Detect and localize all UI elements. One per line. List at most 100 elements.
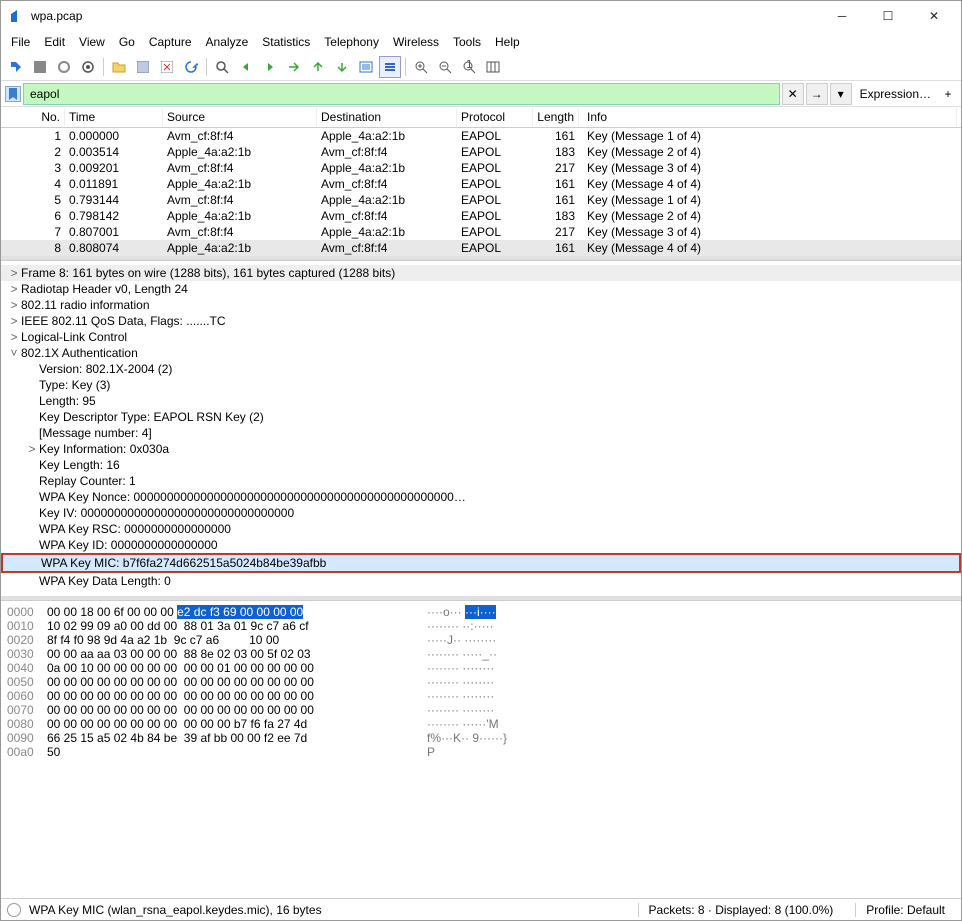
menubar: FileEditViewGoCaptureAnalyzeStatisticsTe… — [1, 31, 961, 53]
detail-row[interactable]: Key Descriptor Type: EAPOL RSN Key (2) — [1, 409, 961, 425]
packet-row[interactable]: 50.793144Avm_cf:8f:f4Apple_4a:a2:1bEAPOL… — [1, 192, 961, 208]
packet-list[interactable]: No.TimeSourceDestinationProtocolLengthIn… — [1, 107, 961, 260]
menu-file[interactable]: File — [5, 33, 36, 51]
zoom-out-button[interactable] — [434, 56, 456, 78]
hex-row[interactable]: 005000 00 00 00 00 00 00 00 00 00 00 00 … — [7, 675, 955, 689]
menu-statistics[interactable]: Statistics — [256, 33, 316, 51]
column-header[interactable]: No. — [5, 108, 65, 126]
go-forward-button[interactable] — [259, 56, 281, 78]
packet-row[interactable]: 30.009201Avm_cf:8f:f4Apple_4a:a2:1bEAPOL… — [1, 160, 961, 176]
close-file-button[interactable] — [156, 56, 178, 78]
save-button[interactable] — [132, 56, 154, 78]
go-first-button[interactable] — [307, 56, 329, 78]
statusbar: WPA Key MIC (wlan_rsna_eapol.keydes.mic)… — [1, 898, 961, 920]
packet-row[interactable]: 40.011891Apple_4a:a2:1bAvm_cf:8f:f4EAPOL… — [1, 176, 961, 192]
hex-row[interactable]: 006000 00 00 00 00 00 00 00 00 00 00 00 … — [7, 689, 955, 703]
detail-row[interactable]: WPA Key Data Length: 0 — [1, 573, 961, 589]
hex-row[interactable]: 00400a 00 10 00 00 00 00 00 00 00 01 00 … — [7, 661, 955, 675]
add-filter-button[interactable]: + — [939, 85, 957, 103]
stop-capture-button[interactable] — [29, 56, 51, 78]
zoom-in-button[interactable] — [410, 56, 432, 78]
hex-row[interactable]: 003000 00 aa aa 03 00 00 00 88 8e 02 03 … — [7, 647, 955, 661]
expert-info-icon[interactable] — [7, 903, 21, 917]
column-header[interactable]: Destination — [317, 108, 457, 126]
zoom-reset-button[interactable]: 1 — [458, 56, 480, 78]
menu-view[interactable]: View — [73, 33, 111, 51]
toolbar: 1 — [1, 53, 961, 81]
status-profile[interactable]: Profile: Default — [855, 903, 955, 917]
menu-telephony[interactable]: Telephony — [318, 33, 385, 51]
open-file-button[interactable] — [108, 56, 130, 78]
detail-row[interactable]: ˅802.1X Authentication — [1, 345, 961, 361]
menu-go[interactable]: Go — [113, 33, 141, 51]
filter-bar: ✕ → ▾ Expression… + — [1, 81, 961, 107]
go-back-button[interactable] — [235, 56, 257, 78]
column-header[interactable]: Length — [533, 108, 579, 126]
detail-row[interactable]: WPA Key ID: 0000000000000000 — [1, 537, 961, 553]
start-capture-button[interactable] — [5, 56, 27, 78]
detail-row[interactable]: Key IV: 00000000000000000000000000000000 — [1, 505, 961, 521]
hex-row[interactable]: 007000 00 00 00 00 00 00 00 00 00 00 00 … — [7, 703, 955, 717]
detail-row[interactable]: [Message number: 4] — [1, 425, 961, 441]
column-header[interactable]: Protocol — [457, 108, 533, 126]
detail-row[interactable]: >802.11 radio information — [1, 297, 961, 313]
detail-row[interactable]: WPA Key Nonce: 0000000000000000000000000… — [1, 489, 961, 505]
detail-row[interactable]: Length: 95 — [1, 393, 961, 409]
filter-bookmark-icon[interactable] — [5, 86, 21, 102]
packet-row[interactable]: 10.000000Avm_cf:8f:f4Apple_4a:a2:1bEAPOL… — [1, 128, 961, 144]
svg-text:1: 1 — [466, 60, 473, 71]
go-to-packet-button[interactable] — [283, 56, 305, 78]
column-header[interactable]: Info — [579, 108, 957, 126]
hex-row[interactable]: 000000 00 18 00 6f 00 00 00 e2 dc f3 69 … — [7, 605, 955, 619]
window-title: wpa.pcap — [31, 9, 819, 23]
detail-row[interactable]: Type: Key (3) — [1, 377, 961, 393]
restart-capture-button[interactable] — [53, 56, 75, 78]
column-header[interactable]: Time — [65, 108, 163, 126]
detail-row[interactable]: WPA Key MIC: b7f6fa274d662515a5024b84be3… — [1, 553, 961, 573]
filter-apply-button[interactable]: → — [806, 83, 828, 105]
go-last-button[interactable] — [331, 56, 353, 78]
detail-row[interactable]: Key Length: 16 — [1, 457, 961, 473]
hex-row[interactable]: 00208f f4 f0 98 9d 4a a2 1b 9c c7 a6 10 … — [7, 633, 955, 647]
packet-row[interactable]: 60.798142Apple_4a:a2:1bAvm_cf:8f:f4EAPOL… — [1, 208, 961, 224]
detail-row[interactable]: >Radiotap Header v0, Length 24 — [1, 281, 961, 297]
expression-button[interactable]: Expression… — [854, 85, 937, 103]
filter-recent-button[interactable]: ▾ — [830, 83, 852, 105]
status-packets: Packets: 8 · Displayed: 8 (100.0%) — [638, 903, 844, 917]
detail-row[interactable]: WPA Key RSC: 0000000000000000 — [1, 521, 961, 537]
hex-row[interactable]: 00a050P — [7, 745, 955, 759]
capture-options-button[interactable] — [77, 56, 99, 78]
display-filter-input[interactable] — [23, 83, 780, 105]
menu-wireless[interactable]: Wireless — [387, 33, 445, 51]
packet-row[interactable]: 70.807001Avm_cf:8f:f4Apple_4a:a2:1bEAPOL… — [1, 224, 961, 240]
hex-row[interactable]: 009066 25 15 a5 02 4b 84 be 39 af bb 00 … — [7, 731, 955, 745]
detail-row[interactable]: >Logical-Link Control — [1, 329, 961, 345]
reload-button[interactable] — [180, 56, 202, 78]
detail-row[interactable]: >IEEE 802.11 QoS Data, Flags: .......TC — [1, 313, 961, 329]
menu-edit[interactable]: Edit — [38, 33, 71, 51]
detail-row[interactable]: >Frame 8: 161 bytes on wire (1288 bits),… — [1, 265, 961, 281]
auto-scroll-button[interactable] — [355, 56, 377, 78]
menu-capture[interactable]: Capture — [143, 33, 198, 51]
find-button[interactable] — [211, 56, 233, 78]
detail-row[interactable]: Version: 802.1X-2004 (2) — [1, 361, 961, 377]
packet-row[interactable]: 20.003514Apple_4a:a2:1bAvm_cf:8f:f4EAPOL… — [1, 144, 961, 160]
detail-row[interactable]: >Key Information: 0x030a — [1, 441, 961, 457]
column-header[interactable]: Source — [163, 108, 317, 126]
wireshark-icon — [9, 8, 25, 24]
menu-tools[interactable]: Tools — [447, 33, 487, 51]
resize-columns-button[interactable] — [482, 56, 504, 78]
colorize-button[interactable] — [379, 56, 401, 78]
packet-bytes[interactable]: 000000 00 18 00 6f 00 00 00 e2 dc f3 69 … — [1, 600, 961, 898]
close-button[interactable]: ✕ — [911, 2, 957, 30]
menu-help[interactable]: Help — [489, 33, 526, 51]
maximize-button[interactable]: ☐ — [865, 2, 911, 30]
minimize-button[interactable]: ─ — [819, 2, 865, 30]
hex-row[interactable]: 008000 00 00 00 00 00 00 00 00 00 00 b7 … — [7, 717, 955, 731]
menu-analyze[interactable]: Analyze — [200, 33, 255, 51]
hex-row[interactable]: 001010 02 99 09 a0 00 dd 00 88 01 3a 01 … — [7, 619, 955, 633]
filter-clear-button[interactable]: ✕ — [782, 83, 804, 105]
packet-row[interactable]: 80.808074Apple_4a:a2:1bAvm_cf:8f:f4EAPOL… — [1, 240, 961, 256]
packet-details[interactable]: >Frame 8: 161 bytes on wire (1288 bits),… — [1, 260, 961, 600]
detail-row[interactable]: Replay Counter: 1 — [1, 473, 961, 489]
